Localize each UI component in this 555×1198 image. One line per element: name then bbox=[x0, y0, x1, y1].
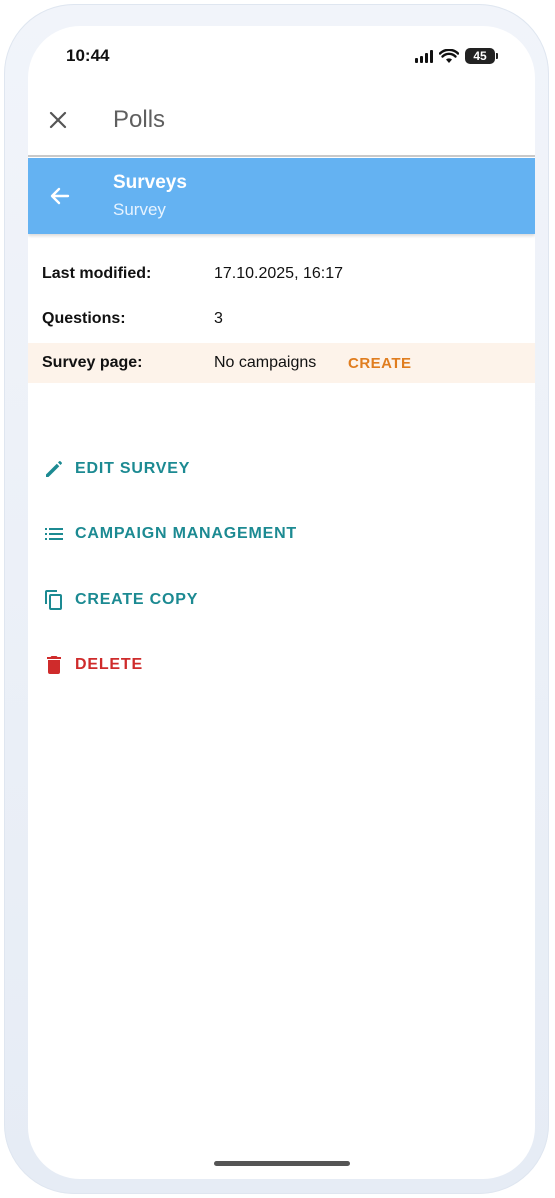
action-list: EDIT SURVEY CAMPAIGN MANAGEMENT CREATE C… bbox=[28, 436, 535, 698]
section-bar: Surveys Survey bbox=[28, 158, 535, 234]
section-title: Surveys bbox=[113, 172, 187, 193]
survey-info: Last modified: 17.10.2025, 16:17 Questio… bbox=[28, 251, 535, 383]
delete-button[interactable]: DELETE bbox=[28, 633, 535, 699]
close-button[interactable] bbox=[46, 108, 70, 132]
action-label: CREATE COPY bbox=[75, 590, 199, 608]
info-value: 3 bbox=[214, 309, 223, 327]
create-campaign-link[interactable]: CREATE bbox=[348, 355, 412, 372]
info-label: Questions: bbox=[42, 309, 126, 327]
screen: 10:44 45 Polls Surveys Survey Last modif… bbox=[28, 26, 535, 1179]
info-value: 17.10.2025, 16:17 bbox=[214, 264, 344, 282]
home-indicator[interactable] bbox=[214, 1161, 350, 1166]
info-row-survey-page: Survey page: No campaigns CREATE bbox=[28, 343, 535, 383]
edit-survey-button[interactable]: EDIT SURVEY bbox=[28, 436, 535, 502]
info-value: No campaigns bbox=[214, 354, 317, 371]
section-subtitle: Survey bbox=[113, 200, 166, 219]
trash-icon bbox=[47, 656, 61, 675]
info-label: Last modified: bbox=[42, 264, 152, 282]
info-row-last-modified: Last modified: 17.10.2025, 16:17 bbox=[28, 251, 535, 296]
campaign-management-button[interactable]: CAMPAIGN MANAGEMENT bbox=[28, 502, 535, 568]
status-icons: 45 bbox=[415, 47, 498, 65]
app-header: Polls bbox=[28, 86, 535, 156]
cellular-signal-icon bbox=[415, 49, 433, 63]
pencil-icon bbox=[46, 460, 62, 477]
page-title: Polls bbox=[113, 106, 166, 133]
info-label: Survey page: bbox=[42, 354, 143, 371]
header-divider bbox=[28, 155, 535, 157]
action-label: CAMPAIGN MANAGEMENT bbox=[75, 525, 298, 543]
status-time: 10:44 bbox=[66, 46, 110, 65]
action-label: EDIT SURVEY bbox=[75, 459, 191, 477]
device-frame: 10:44 45 Polls Surveys Survey Last modif… bbox=[4, 4, 549, 1194]
action-label: DELETE bbox=[75, 656, 143, 674]
wifi-icon bbox=[439, 48, 459, 63]
copy-icon bbox=[45, 589, 62, 610]
info-row-questions: Questions: 3 bbox=[28, 296, 535, 341]
list-icon bbox=[45, 528, 63, 541]
arrow-left-icon bbox=[50, 187, 70, 205]
close-icon bbox=[49, 111, 67, 129]
create-copy-button[interactable]: CREATE COPY bbox=[28, 567, 535, 633]
back-button[interactable] bbox=[48, 184, 72, 208]
battery-icon: 45 bbox=[465, 48, 498, 64]
